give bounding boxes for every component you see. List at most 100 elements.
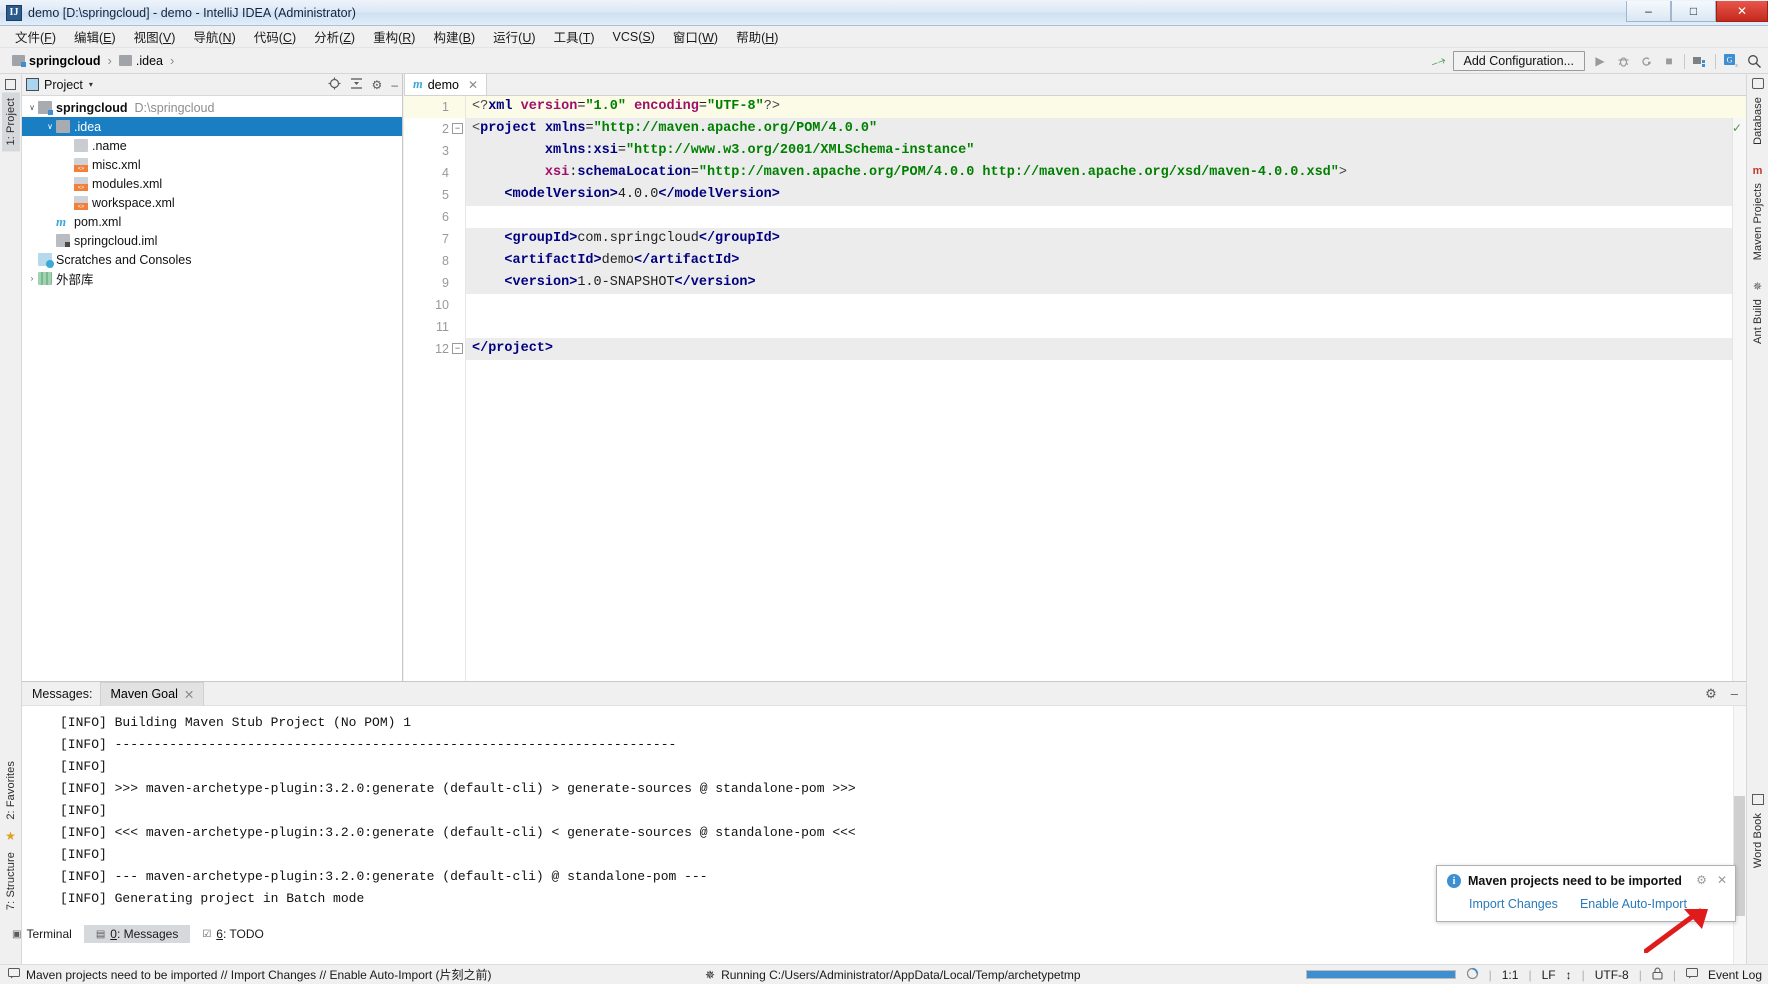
line-separator[interactable]: LF xyxy=(1542,968,1556,982)
tree-item-modules-xml[interactable]: modules.xml xyxy=(22,174,402,193)
sidebar-item-structure[interactable]: 7: Structure xyxy=(2,846,20,916)
tree-expand-arrow[interactable]: ∨ xyxy=(44,122,56,131)
menu-item-8[interactable]: 构建(B) xyxy=(424,25,484,48)
sidebar-item-database[interactable]: Database xyxy=(1749,91,1767,151)
event-log-icon[interactable] xyxy=(1685,967,1698,982)
close-button[interactable]: ✕ xyxy=(1716,1,1768,22)
tree-item-springcloud-iml[interactable]: springcloud.iml xyxy=(22,231,402,250)
tree-item-springcloud[interactable]: ∨ springcloud D:\springcloud xyxy=(22,98,402,117)
menu-item-1[interactable]: 文件(F) xyxy=(6,25,65,48)
breadcrumb-item-springcloud[interactable]: springcloud xyxy=(8,53,105,69)
menu-item-3[interactable]: 视图(V) xyxy=(125,25,185,48)
tree-item-scratches-and-consoles[interactable]: Scratches and Consoles xyxy=(22,250,402,269)
code-line-9[interactable]: <version>1.0-SNAPSHOT</version> xyxy=(466,272,1746,294)
progress-bar xyxy=(1305,970,1456,979)
maximize-button[interactable]: □ xyxy=(1671,1,1716,22)
sidebar-item-ant-build[interactable]: Ant Build xyxy=(1749,293,1767,350)
editor-tab-demo[interactable]: m demo ✕ xyxy=(404,73,488,95)
import-changes-link[interactable]: Import Changes xyxy=(1469,897,1558,911)
close-icon[interactable]: ✕ xyxy=(184,687,194,702)
code-line-7[interactable]: <groupId>com.springcloud</groupId> xyxy=(466,228,1746,250)
menu-item-7[interactable]: 重构(R) xyxy=(364,25,424,48)
stop-icon[interactable]: ■ xyxy=(1661,53,1677,69)
editor-scrollbar[interactable]: ✓ xyxy=(1732,118,1746,681)
caret-position[interactable]: 1:1 xyxy=(1502,968,1519,982)
line-number: 10 xyxy=(435,298,449,312)
menu-item-4[interactable]: 导航(N) xyxy=(184,25,244,48)
menu-item-10[interactable]: 工具(T) xyxy=(545,25,604,48)
menu-item-13[interactable]: 帮助(H) xyxy=(727,25,787,48)
add-configuration-button[interactable]: Add Configuration... xyxy=(1452,51,1585,71)
tree-item--idea[interactable]: ∨ .idea xyxy=(22,117,402,136)
chevron-down-icon[interactable]: ▾ xyxy=(89,80,93,89)
close-icon[interactable]: ✕ xyxy=(1717,873,1727,887)
sidebar-item-project[interactable]: 1: Project xyxy=(1,92,20,152)
project-structure-icon[interactable] xyxy=(1692,53,1708,69)
sidebar-item-maven-projects[interactable]: Maven Projects xyxy=(1749,177,1767,266)
lock-icon[interactable] xyxy=(1652,967,1663,983)
translate-icon[interactable]: Gx xyxy=(1723,53,1739,69)
menu-bar: 文件(F) 编辑(E) 视图(V) 导航(N) 代码(C) 分析(Z) 重构(R) 构建(B)… xyxy=(0,26,1768,48)
hide-window-icon[interactable]: – xyxy=(391,78,398,92)
search-icon[interactable] xyxy=(1746,53,1762,69)
tree-item-pom-xml[interactable]: m pom.xml xyxy=(22,212,402,231)
messages-scrollbar[interactable] xyxy=(1733,706,1746,964)
tool-tab-0-messages[interactable]: ▤ 0: Messages xyxy=(83,925,191,943)
code-line-3[interactable]: xmlns:xsi="http://www.w3.org/2001/XMLSch… xyxy=(466,140,1746,162)
code-line-2[interactable]: <project xmlns="http://maven.apache.org/… xyxy=(466,118,1746,140)
run-icon[interactable]: ▶ xyxy=(1592,53,1608,69)
tree-item-misc-xml[interactable]: misc.xml xyxy=(22,155,402,174)
tool-tab-terminal[interactable]: ▣ Terminal xyxy=(0,925,84,943)
status-message-area[interactable]: Maven projects need to be imported // Im… xyxy=(8,966,492,983)
tree-item-workspace-xml[interactable]: workspace.xml xyxy=(22,193,402,212)
code-line-11[interactable] xyxy=(466,316,1746,338)
code-editor[interactable]: 1 2−3 4 5 6 7 8 9 10 11 12− <?xml version="1.0" en… xyxy=(404,96,1746,681)
code-line-8[interactable]: <artifactId>demo</artifactId> xyxy=(466,250,1746,272)
settings-gear-icon[interactable]: ⚙ xyxy=(1705,686,1717,702)
code-line-6[interactable] xyxy=(466,206,1746,228)
menu-item-6[interactable]: 分析(Z) xyxy=(305,25,364,48)
breadcrumb-item-idea[interactable]: .idea xyxy=(115,53,167,69)
menu-item-2[interactable]: 编辑(E) xyxy=(65,25,125,48)
code-line-5[interactable]: <modelVersion>4.0.0</modelVersion> xyxy=(466,184,1746,206)
sidebar-item-word-book[interactable]: Word Book xyxy=(1749,807,1767,874)
tree-item--[interactable]: › 外部库 xyxy=(22,269,402,288)
locate-icon[interactable] xyxy=(328,77,341,93)
tree-item-label: .name xyxy=(92,138,127,153)
file-icon xyxy=(74,139,88,152)
code-line-12[interactable]: </project> xyxy=(466,338,1746,360)
encoding-label[interactable]: UTF-8 xyxy=(1595,968,1629,982)
tab-maven-goal[interactable]: Maven Goal ✕ xyxy=(100,681,205,706)
close-icon[interactable]: ✕ xyxy=(468,78,478,92)
settings-gear-icon[interactable]: ⚙ xyxy=(372,78,383,92)
tree-expand-arrow[interactable]: › xyxy=(26,274,38,283)
code-line-4[interactable]: xsi:schemaLocation="http://maven.apache.… xyxy=(466,162,1746,184)
background-tasks-icon[interactable] xyxy=(1466,967,1479,983)
gear-icon[interactable]: ⚙ xyxy=(1696,873,1707,887)
tree-item-label: modules.xml xyxy=(92,176,163,191)
menu-item-12[interactable]: 窗口(W) xyxy=(664,25,727,48)
tool-tab-6-todo[interactable]: ☑ 6: TODO xyxy=(190,925,276,943)
menu-item-11[interactable]: VCS(S) xyxy=(604,28,664,46)
build-hammer-icon[interactable]: ⤍ xyxy=(1428,51,1447,72)
fold-toggle-icon[interactable]: − xyxy=(452,123,463,134)
tool-window-tabs: ▣ Terminal ▤ 0: Messages ☑ 6: TODO xyxy=(0,924,276,944)
sidebar-item-favorites[interactable]: 2: Favorites xyxy=(2,755,20,826)
code-line-1[interactable]: <?xml version="1.0" encoding="UTF-8"?> xyxy=(466,96,1746,118)
fold-toggle-icon[interactable]: − xyxy=(452,343,463,354)
code-content[interactable]: <?xml version="1.0" encoding="UTF-8"?> <p… xyxy=(466,96,1746,681)
tree-item-label: workspace.xml xyxy=(92,195,175,210)
minimize-button[interactable]: – xyxy=(1626,1,1671,22)
code-token: encoding xyxy=(634,99,699,114)
run-with-coverage-icon[interactable] xyxy=(1638,53,1654,69)
menu-item-5[interactable]: 代码(C) xyxy=(245,25,305,48)
menu-item-9[interactable]: 运行(U) xyxy=(484,25,544,48)
collapse-all-icon[interactable] xyxy=(350,77,363,93)
debug-icon[interactable] xyxy=(1615,53,1631,69)
code-line-10[interactable] xyxy=(466,294,1746,316)
tree-item--name[interactable]: .name xyxy=(22,136,402,155)
hide-window-icon[interactable]: – xyxy=(1731,686,1738,702)
event-log-label[interactable]: Event Log xyxy=(1708,968,1762,982)
tree-expand-arrow[interactable]: ∨ xyxy=(26,103,38,112)
